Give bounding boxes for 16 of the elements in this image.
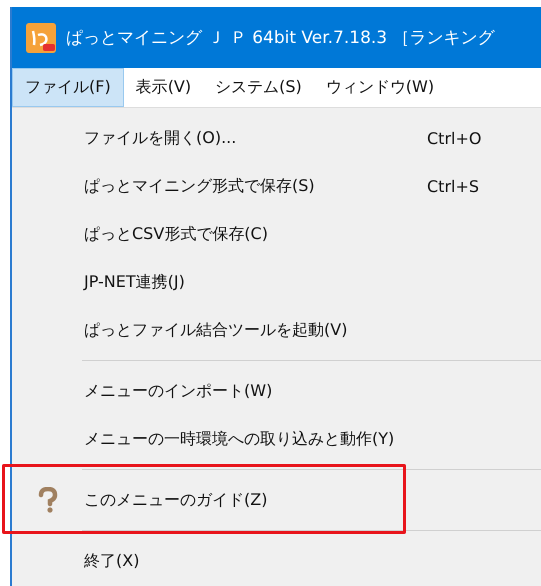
menu-item[interactable]: メニューのインポート(W) [12,367,541,415]
menu-item[interactable]: ぱっとCSV形式で保存(C) [12,210,541,258]
menu-bar-item[interactable]: ウィンドウ(W) [314,68,446,107]
menu-bar-item[interactable]: 表示(V) [124,68,204,107]
question-mark-icon [37,487,59,513]
menu-bar-item[interactable]: ファイル(F) [12,68,124,107]
menu-item[interactable]: 終了(X) [12,537,541,585]
menu-item[interactable]: JP-NET連携(J) [12,258,541,306]
menu-bar-item[interactable]: システム(S) [203,68,314,107]
menu-item[interactable]: このメニューのガイド(Z) [12,476,541,524]
window-title: ぱっとマイニング Ｊ Ｐ 64bit Ver.7.18.3 ［ランキング [66,27,495,49]
menu-item[interactable]: ぱっとファイル結合ツールを起動(V) [12,306,541,354]
app-icon [26,22,56,52]
menu-item[interactable]: メニューの一時環境への取り込みと動作(Y) [12,415,541,463]
menu-item[interactable]: ファイルを開く(O)... Ctrl+O [12,114,541,162]
menu-item[interactable]: ぱっとマイニング形式で保存(S) Ctrl+S [12,162,541,210]
